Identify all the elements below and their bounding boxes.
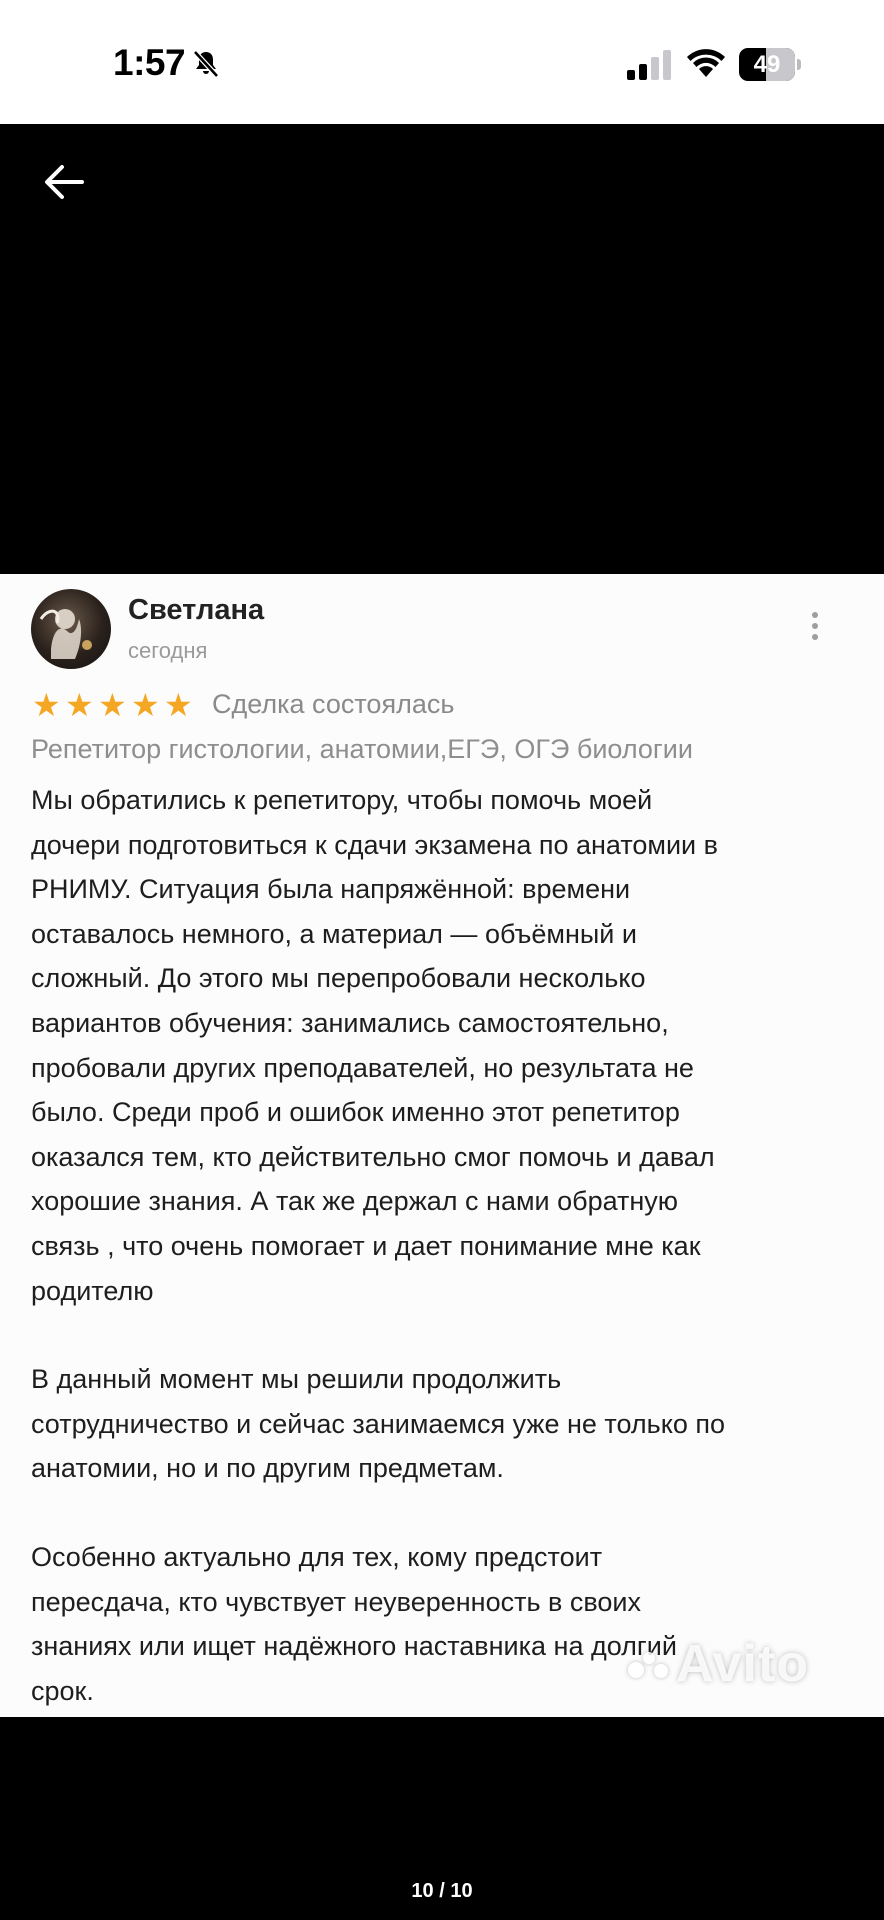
star-icon: ★: [164, 687, 193, 723]
wifi-icon: [687, 49, 725, 77]
avito-watermark: Avito: [628, 1634, 809, 1694]
back-button[interactable]: [36, 154, 92, 210]
watermark-text: Avito: [676, 1635, 810, 1693]
status-time: 1:57: [113, 42, 186, 83]
service-name: Репетитор гистологии, анатомии,ЕГЭ, ОГЭ …: [31, 734, 693, 764]
review-body: Мы обратились к репетитору, чтобы помочь…: [31, 778, 851, 1713]
more-options-icon[interactable]: [804, 612, 826, 652]
star-icon: ★: [65, 687, 94, 723]
page-counter: 10 / 10: [411, 1880, 473, 1902]
star-icon: ★: [98, 687, 127, 723]
star-icon: ★: [131, 687, 160, 723]
image-viewer: Светлана сегодня ★ ★ ★ ★ ★ Сделка состоялась…: [0, 124, 884, 1920]
deal-status: Сделка состоялась: [212, 689, 455, 719]
review-paragraph: В данный момент мы решили продолжить сот…: [31, 1364, 725, 1484]
star-icon: ★: [32, 687, 61, 723]
battery-percent: 49: [753, 51, 781, 78]
review-image[interactable]: Светлана сегодня ★ ★ ★ ★ ★ Сделка состоялась…: [0, 574, 884, 1717]
avatar: [31, 589, 111, 669]
bell-muted-icon: [193, 50, 219, 78]
review-paragraph: Мы обратились к репетитору, чтобы помочь…: [31, 785, 718, 1306]
cellular-signal-icon: [627, 50, 671, 80]
arrow-left-icon: [45, 165, 84, 199]
avito-logo-icon: [628, 1652, 674, 1682]
status-bar: 1:57 49: [0, 0, 884, 124]
rating-stars: ★ ★ ★ ★ ★: [32, 687, 195, 723]
review-date: сегодня: [128, 638, 208, 663]
battery-icon: 49: [739, 48, 801, 81]
reviewer-name: Светлана: [128, 594, 265, 626]
